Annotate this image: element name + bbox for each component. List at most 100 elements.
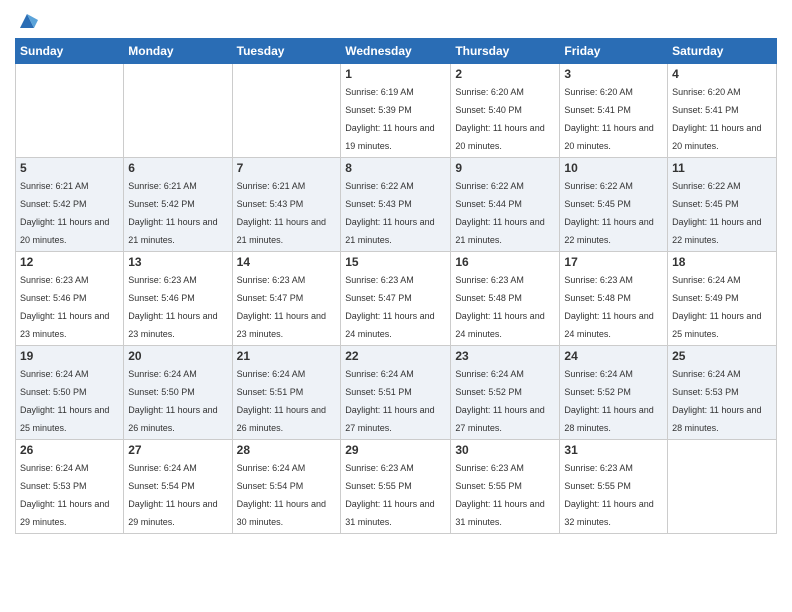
day-number: 22	[345, 349, 446, 363]
calendar-cell: 7 Sunrise: 6:21 AM Sunset: 5:43 PM Daylig…	[232, 158, 341, 252]
calendar-cell: 6 Sunrise: 6:21 AM Sunset: 5:42 PM Daylig…	[124, 158, 232, 252]
day-number: 26	[20, 443, 119, 457]
calendar-cell: 16 Sunrise: 6:23 AM Sunset: 5:48 PM Dayli…	[451, 252, 560, 346]
day-info: Sunrise: 6:21 AM Sunset: 5:42 PM Dayligh…	[128, 181, 217, 245]
calendar-cell: 22 Sunrise: 6:24 AM Sunset: 5:51 PM Dayli…	[341, 346, 451, 440]
day-number: 11	[672, 161, 772, 175]
calendar-cell: 29 Sunrise: 6:23 AM Sunset: 5:55 PM Dayli…	[341, 440, 451, 534]
day-number: 29	[345, 443, 446, 457]
week-row: 1 Sunrise: 6:19 AM Sunset: 5:39 PM Daylig…	[16, 64, 777, 158]
day-info: Sunrise: 6:24 AM Sunset: 5:52 PM Dayligh…	[564, 369, 653, 433]
day-number: 24	[564, 349, 663, 363]
day-info: Sunrise: 6:24 AM Sunset: 5:54 PM Dayligh…	[237, 463, 326, 527]
day-header: Monday	[124, 39, 232, 64]
calendar-cell: 18Sunrise: 6:24 AM Sunset: 5:49 PM Dayli…	[668, 252, 777, 346]
calendar-cell	[232, 64, 341, 158]
day-number: 25	[672, 349, 772, 363]
calendar-cell: 13Sunrise: 6:23 AM Sunset: 5:46 PM Dayli…	[124, 252, 232, 346]
day-info: Sunrise: 6:22 AM Sunset: 5:45 PM Dayligh…	[564, 181, 653, 245]
header	[15, 10, 777, 30]
calendar-cell: 26 Sunrise: 6:24 AM Sunset: 5:53 PM Dayli…	[16, 440, 124, 534]
day-info: Sunrise: 6:23 AM Sunset: 5:48 PM Dayligh…	[455, 275, 544, 339]
day-info: Sunrise: 6:23 AM Sunset: 5:55 PM Dayligh…	[345, 463, 434, 527]
day-number: 14	[237, 255, 337, 269]
day-number: 18	[672, 255, 772, 269]
day-info: Sunrise: 6:24 AM Sunset: 5:52 PM Dayligh…	[455, 369, 544, 433]
week-row: 12 Sunrise: 6:23 AM Sunset: 5:46 PM Dayli…	[16, 252, 777, 346]
day-number: 21	[237, 349, 337, 363]
calendar: SundayMondayTuesdayWednesdayThursdayFrid…	[15, 38, 777, 534]
day-number: 2	[455, 67, 555, 81]
calendar-cell: 14 Sunrise: 6:23 AM Sunset: 5:47 PM Dayli…	[232, 252, 341, 346]
page: SundayMondayTuesdayWednesdayThursdayFrid…	[0, 0, 792, 612]
day-info: Sunrise: 6:23 AM Sunset: 5:47 PM Dayligh…	[345, 275, 434, 339]
calendar-cell: 10 Sunrise: 6:22 AM Sunset: 5:45 PM Dayli…	[560, 158, 668, 252]
calendar-cell: 15 Sunrise: 6:23 AM Sunset: 5:47 PM Dayli…	[341, 252, 451, 346]
day-number: 20	[128, 349, 227, 363]
day-number: 23	[455, 349, 555, 363]
calendar-cell: 3Sunrise: 6:20 AM Sunset: 5:41 PM Daylig…	[560, 64, 668, 158]
day-number: 15	[345, 255, 446, 269]
day-number: 12	[20, 255, 119, 269]
calendar-cell: 25 Sunrise: 6:24 AM Sunset: 5:53 PM Dayli…	[668, 346, 777, 440]
day-info: Sunrise: 6:19 AM Sunset: 5:39 PM Dayligh…	[345, 87, 434, 151]
day-info: Sunrise: 6:24 AM Sunset: 5:53 PM Dayligh…	[20, 463, 109, 527]
day-number: 4	[672, 67, 772, 81]
day-info: Sunrise: 6:22 AM Sunset: 5:45 PM Dayligh…	[672, 181, 761, 245]
week-row: 19 Sunrise: 6:24 AM Sunset: 5:50 PM Dayli…	[16, 346, 777, 440]
calendar-cell	[16, 64, 124, 158]
day-info: Sunrise: 6:23 AM Sunset: 5:48 PM Dayligh…	[564, 275, 653, 339]
day-info: Sunrise: 6:24 AM Sunset: 5:50 PM Dayligh…	[128, 369, 217, 433]
day-info: Sunrise: 6:20 AM Sunset: 5:41 PM Dayligh…	[672, 87, 761, 151]
calendar-cell	[124, 64, 232, 158]
day-number: 5	[20, 161, 119, 175]
day-info: Sunrise: 6:24 AM Sunset: 5:51 PM Dayligh…	[345, 369, 434, 433]
day-info: Sunrise: 6:21 AM Sunset: 5:43 PM Dayligh…	[237, 181, 326, 245]
day-number: 30	[455, 443, 555, 457]
calendar-cell: 19 Sunrise: 6:24 AM Sunset: 5:50 PM Dayli…	[16, 346, 124, 440]
day-number: 28	[237, 443, 337, 457]
day-header: Thursday	[451, 39, 560, 64]
day-info: Sunrise: 6:22 AM Sunset: 5:44 PM Dayligh…	[455, 181, 544, 245]
day-number: 8	[345, 161, 446, 175]
calendar-cell: 11 Sunrise: 6:22 AM Sunset: 5:45 PM Dayli…	[668, 158, 777, 252]
calendar-cell: 20 Sunrise: 6:24 AM Sunset: 5:50 PM Dayli…	[124, 346, 232, 440]
calendar-cell: 21 Sunrise: 6:24 AM Sunset: 5:51 PM Dayli…	[232, 346, 341, 440]
calendar-cell: 9 Sunrise: 6:22 AM Sunset: 5:44 PM Daylig…	[451, 158, 560, 252]
day-info: Sunrise: 6:23 AM Sunset: 5:47 PM Dayligh…	[237, 275, 326, 339]
calendar-cell: 4 Sunrise: 6:20 AM Sunset: 5:41 PM Daylig…	[668, 64, 777, 158]
calendar-cell: 2 Sunrise: 6:20 AM Sunset: 5:40 PM Daylig…	[451, 64, 560, 158]
calendar-cell: 27Sunrise: 6:24 AM Sunset: 5:54 PM Dayli…	[124, 440, 232, 534]
day-info: Sunrise: 6:23 AM Sunset: 5:46 PM Dayligh…	[20, 275, 109, 339]
week-row: 26 Sunrise: 6:24 AM Sunset: 5:53 PM Dayli…	[16, 440, 777, 534]
calendar-cell: 31Sunrise: 6:23 AM Sunset: 5:55 PM Dayli…	[560, 440, 668, 534]
day-header: Wednesday	[341, 39, 451, 64]
day-info: Sunrise: 6:24 AM Sunset: 5:50 PM Dayligh…	[20, 369, 109, 433]
day-number: 7	[237, 161, 337, 175]
day-number: 9	[455, 161, 555, 175]
day-number: 1	[345, 67, 446, 81]
calendar-cell: 28 Sunrise: 6:24 AM Sunset: 5:54 PM Dayli…	[232, 440, 341, 534]
day-info: Sunrise: 6:21 AM Sunset: 5:42 PM Dayligh…	[20, 181, 109, 245]
day-header: Saturday	[668, 39, 777, 64]
day-number: 31	[564, 443, 663, 457]
calendar-cell: 5 Sunrise: 6:21 AM Sunset: 5:42 PM Daylig…	[16, 158, 124, 252]
day-number: 19	[20, 349, 119, 363]
day-info: Sunrise: 6:23 AM Sunset: 5:46 PM Dayligh…	[128, 275, 217, 339]
day-info: Sunrise: 6:22 AM Sunset: 5:43 PM Dayligh…	[345, 181, 434, 245]
calendar-cell: 1 Sunrise: 6:19 AM Sunset: 5:39 PM Daylig…	[341, 64, 451, 158]
day-info: Sunrise: 6:24 AM Sunset: 5:54 PM Dayligh…	[128, 463, 217, 527]
day-info: Sunrise: 6:20 AM Sunset: 5:40 PM Dayligh…	[455, 87, 544, 151]
day-number: 16	[455, 255, 555, 269]
day-info: Sunrise: 6:24 AM Sunset: 5:53 PM Dayligh…	[672, 369, 761, 433]
day-number: 10	[564, 161, 663, 175]
calendar-cell	[668, 440, 777, 534]
day-info: Sunrise: 6:24 AM Sunset: 5:51 PM Dayligh…	[237, 369, 326, 433]
day-info: Sunrise: 6:20 AM Sunset: 5:41 PM Dayligh…	[564, 87, 653, 151]
logo	[15, 10, 38, 30]
calendar-cell: 24 Sunrise: 6:24 AM Sunset: 5:52 PM Dayli…	[560, 346, 668, 440]
calendar-cell: 8 Sunrise: 6:22 AM Sunset: 5:43 PM Daylig…	[341, 158, 451, 252]
day-header: Friday	[560, 39, 668, 64]
calendar-cell: 17Sunrise: 6:23 AM Sunset: 5:48 PM Dayli…	[560, 252, 668, 346]
day-number: 6	[128, 161, 227, 175]
